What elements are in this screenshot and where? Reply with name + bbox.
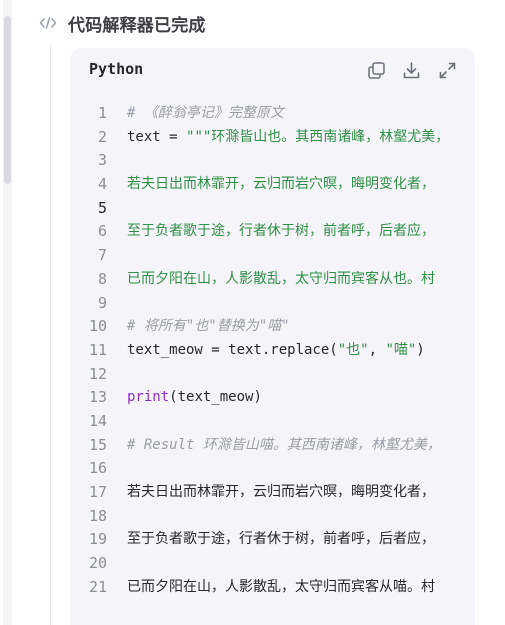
code-text: print(text_meow): [127, 386, 262, 410]
code-token: """环滁皆山也。其西南诸峰，林壑尤美，: [186, 128, 450, 145]
code-token: # Result 环滁皆山喵。其西南诸峰，林壑尤美，: [127, 436, 441, 453]
code-line: 2 text = """环滁皆山也。其西南诸峰，林壑尤美，: [70, 126, 475, 150]
code-token: 若夫日出而林霏开，云归而岩穴暝，晦明变化者，: [127, 176, 435, 193]
line-number: 17: [88, 483, 107, 501]
code-line: 6 至于负者歌于途，行者休于树，前者呼，后者应，: [70, 220, 475, 244]
code-line: 11 text_meow = text.replace("也", "喵"): [70, 339, 475, 363]
expand-icon[interactable]: [436, 59, 458, 81]
code-text: 已而夕阳在山，人影散乱，太守归而宾客从喵。村: [127, 576, 435, 600]
code-line: 8 已而夕阳在山，人影散乱，太守归而宾客从也。村: [70, 268, 475, 292]
line-number: 2: [97, 127, 107, 146]
code-text: 至于负者歌于途，行者休于树，前者呼，后者应，: [127, 528, 435, 552]
line-number: 6: [97, 222, 107, 241]
language-label: Python: [89, 60, 144, 78]
code-token: 若夫日出而林霏开，云归而岩穴暝，晦明变化者，: [127, 484, 435, 500]
code-token: (text_meow): [169, 389, 262, 406]
code-line: 3: [70, 149, 475, 173]
code-block-header: Python: [70, 48, 475, 92]
code-text: text = """环滁皆山也。其西南诸峰，林壑尤美，: [127, 126, 449, 150]
code-line: 20: [70, 552, 475, 576]
code-token: 已而夕阳在山，人影散乱，太守归而宾客从也。村: [127, 270, 435, 287]
line-number: 10: [88, 317, 107, 336]
page-scrollbar-thumb[interactable]: [4, 16, 11, 184]
code-token: text_meow = text.replace(: [127, 341, 338, 358]
download-icon[interactable]: [400, 59, 422, 81]
line-number: 9: [97, 293, 107, 312]
code-text: 若夫日出而林霏开，云归而岩穴暝，晦明变化者，: [127, 481, 435, 505]
code-token: text =: [127, 128, 187, 145]
line-number: 4: [97, 175, 107, 194]
line-number: 1: [97, 104, 107, 122]
code-block: Python 1 # 《醉翁亭记》完整原文 2 text = """环滁皆山也。其西南: [70, 48, 475, 625]
code-text: 已而夕阳在山，人影散乱，太守归而宾客从也。村: [127, 268, 435, 292]
code-token: "也": [337, 341, 369, 358]
code-line: 7: [70, 244, 475, 268]
code-text: 至于负者歌于途，行者休于树，前者呼，后者应，: [127, 220, 435, 244]
code-text: # 《醉翁亭记》完整原文: [127, 102, 284, 126]
code-token: print: [127, 389, 170, 406]
code-token: # 将所有"也"替换为"喵": [127, 318, 290, 335]
code-line: 10 # 将所有"也"替换为"喵": [70, 315, 475, 339]
line-number: 18: [88, 506, 107, 525]
line-number: 8: [97, 269, 107, 288]
code-line: 12: [70, 363, 475, 387]
line-number: 12: [88, 364, 107, 383]
line-number: 3: [97, 151, 107, 170]
code-line: 5: [70, 197, 475, 221]
code-line: 9: [70, 292, 475, 316]
code-line: 15 # Result 环滁皆山喵。其西南诸峰，林壑尤美，: [70, 434, 475, 458]
code-line: 4 若夫日出而林霏开，云归而岩穴暝，晦明变化者，: [70, 173, 475, 197]
code-line: 1 # 《醉翁亭记》完整原文: [70, 102, 475, 126]
code-text: # 将所有"也"替换为"喵": [127, 315, 290, 339]
line-number: 5: [97, 198, 107, 217]
line-number: 19: [88, 530, 107, 549]
code-content[interactable]: 1 # 《醉翁亭记》完整原文 2 text = """环滁皆山也。其西南诸峰，林壑尤美…: [70, 102, 475, 625]
line-number: 16: [88, 459, 107, 478]
line-number: 14: [88, 411, 107, 430]
tool-status-header: 代码解释器已完成: [38, 8, 206, 38]
line-number: 21: [88, 577, 107, 596]
code-token: ,: [368, 341, 386, 358]
line-number: 7: [97, 246, 107, 265]
code-line: 13 print(text_meow): [70, 386, 475, 410]
code-text: text_meow = text.replace("也", "喵"): [127, 339, 425, 363]
code-token: "喵": [385, 341, 417, 358]
code-tag-icon: [38, 15, 58, 31]
code-line: 19 至于负者歌于途，行者休于树，前者呼，后者应，: [70, 528, 475, 552]
code-line: 14: [70, 410, 475, 434]
code-token: 已而夕阳在山，人影散乱，太守归而宾客从喵。村: [127, 578, 435, 595]
code-line: 18: [70, 505, 475, 529]
copy-icon[interactable]: [365, 59, 387, 81]
tool-status-title: 代码解释器已完成: [68, 15, 206, 36]
code-line: 16: [70, 457, 475, 481]
code-token: 至于负者歌于途，行者休于树，前者呼，后者应，: [127, 223, 435, 240]
code-token: # 《醉翁亭记》完整原文: [127, 105, 284, 121]
code-text: 若夫日出而林霏开，云归而岩穴暝，晦明变化者，: [127, 173, 435, 197]
code-token: 至于负者歌于途，行者休于树，前者呼，后者应，: [127, 531, 435, 548]
line-number: 15: [88, 435, 107, 454]
code-line: 21 已而夕阳在山，人影散乱，太守归而宾客从喵。村: [70, 576, 475, 600]
code-line: 17 若夫日出而林霏开，云归而岩穴暝，晦明变化者，: [70, 481, 475, 505]
line-number: 11: [88, 340, 107, 359]
code-text: # Result 环滁皆山喵。其西南诸峰，林壑尤美，: [127, 434, 441, 458]
code-token: ): [416, 341, 425, 358]
line-number: 13: [88, 388, 107, 407]
thread-divider: [50, 46, 51, 625]
line-number: 20: [88, 554, 107, 573]
